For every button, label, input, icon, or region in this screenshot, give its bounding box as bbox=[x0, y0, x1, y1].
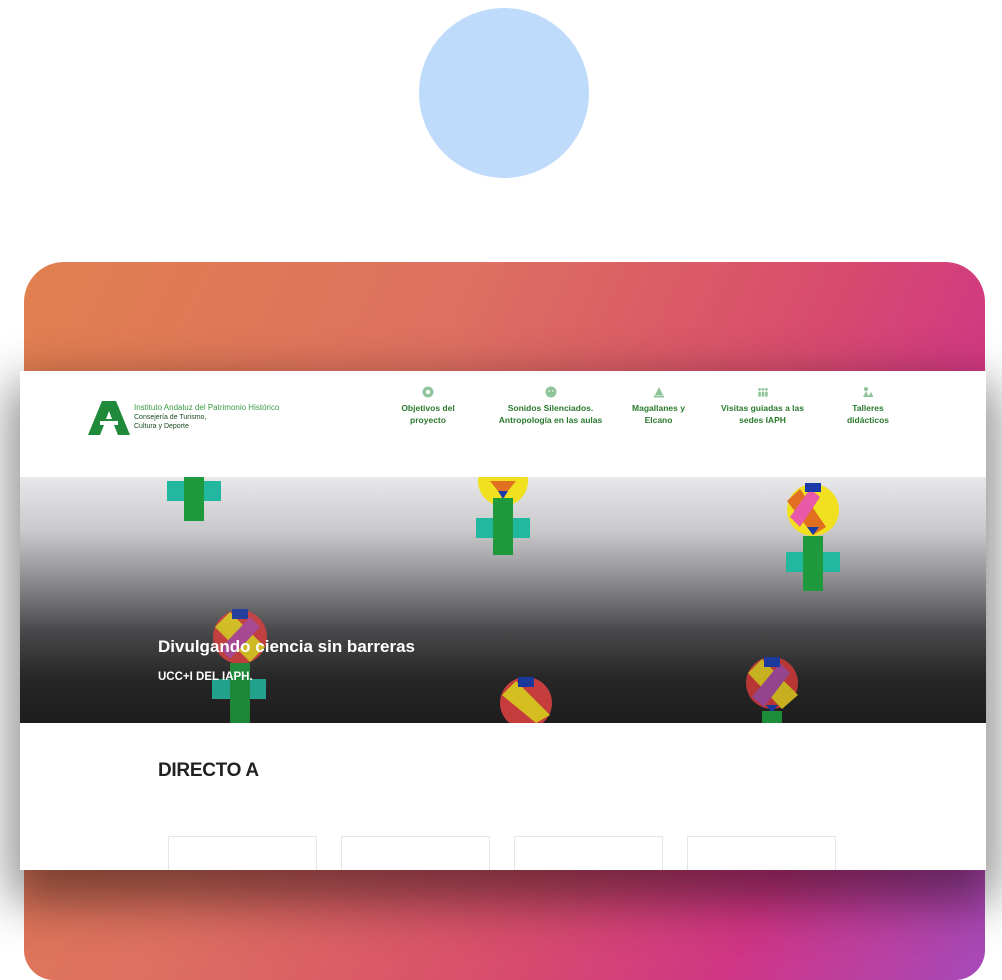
direct-access-card[interactable] bbox=[687, 836, 836, 870]
page: Instituto Andaluz del Patrimonio Históri… bbox=[0, 0, 1002, 980]
section-heading: DIRECTO A bbox=[158, 760, 259, 781]
circle-icon bbox=[422, 386, 434, 398]
logo-institute-name: Instituto Andaluz del Patrimonio Históri… bbox=[134, 403, 280, 412]
logo-department-line1: Consejería de Turismo, bbox=[134, 414, 207, 421]
logo-text: Instituto Andaluz del Patrimonio Históri… bbox=[134, 403, 324, 431]
nav-label-line2: Antropología en las aulas bbox=[498, 415, 603, 425]
hero-banner: Divulgando ciencia sin barreras UCC+I DE… bbox=[20, 477, 986, 723]
nav-label-line1: Magallanes y bbox=[632, 403, 685, 413]
smiley-icon bbox=[545, 386, 556, 398]
avatar bbox=[419, 8, 589, 178]
nav-label-line1: Visitas guiadas a las bbox=[721, 403, 804, 413]
direct-access-section: DIRECTO A bbox=[20, 723, 986, 870]
figure-icon bbox=[786, 483, 840, 591]
direct-access-card[interactable] bbox=[341, 836, 490, 870]
direct-access-card[interactable] bbox=[168, 836, 317, 870]
nav-item-objetivos[interactable]: Objetivos del proyecto bbox=[388, 386, 468, 426]
website-screenshot: Instituto Andaluz del Patrimonio Históri… bbox=[20, 371, 986, 870]
figure-icon bbox=[476, 477, 530, 555]
nav-item-sonidos[interactable]: Sonidos Silenciados. Antropología en las… bbox=[488, 386, 613, 426]
nav-label-line1: Talleres bbox=[852, 403, 884, 413]
hero-title: Divulgando ciencia sin barreras bbox=[158, 637, 415, 656]
nav-item-magallanes[interactable]: Magallanes y Elcano bbox=[626, 386, 691, 426]
nav-label-line2: Elcano bbox=[644, 415, 673, 425]
nav-item-visitas[interactable]: Visitas guiadas a las sedes IAPH bbox=[710, 386, 815, 426]
ship-icon bbox=[653, 387, 664, 398]
hero-decorative-figures bbox=[167, 477, 840, 723]
nav-label-line1: Sonidos Silenciados. bbox=[507, 403, 594, 413]
site-logo[interactable]: Instituto Andaluz del Patrimonio Históri… bbox=[86, 397, 306, 441]
junta-andalucia-logo-icon bbox=[88, 401, 130, 435]
site-header: Instituto Andaluz del Patrimonio Históri… bbox=[20, 371, 986, 476]
hero-subtitle: UCC+I DEL IAPH. bbox=[158, 671, 253, 683]
people-icon bbox=[757, 388, 768, 397]
logo-department-line2: Cultura y Deporte bbox=[134, 423, 189, 430]
nav-label-line2: proyecto bbox=[410, 415, 446, 425]
nav-item-talleres[interactable]: Talleres didácticos bbox=[838, 386, 898, 426]
nav-label-line2: didácticos bbox=[846, 415, 890, 425]
figure-icon bbox=[746, 657, 798, 723]
direct-access-card[interactable] bbox=[514, 836, 663, 870]
figure-icon bbox=[212, 609, 267, 723]
figure-icon bbox=[500, 677, 552, 723]
workshop-icon bbox=[863, 387, 874, 397]
nav-label-line1: Objetivos del bbox=[401, 403, 455, 413]
figure-icon bbox=[167, 477, 221, 521]
nav-label-line2: sedes IAPH bbox=[739, 415, 786, 425]
